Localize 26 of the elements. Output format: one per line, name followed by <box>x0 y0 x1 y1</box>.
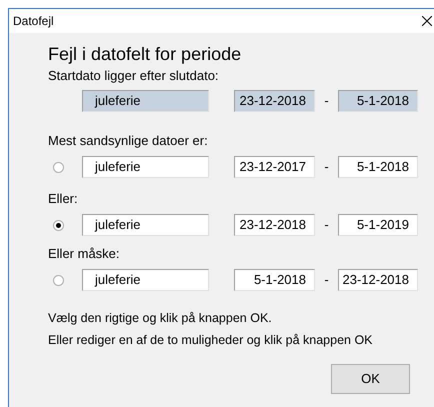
option-label: Mest sandsynlige datoer er: <box>48 132 209 150</box>
ok-button[interactable]: OK <box>331 364 410 394</box>
window-title: Datofejl <box>13 13 54 30</box>
text-field[interactable]: juleferie <box>82 214 209 236</box>
text-field[interactable]: 23-12-2017 <box>234 156 315 178</box>
dash-separator: - <box>323 216 330 234</box>
option-label: Eller: <box>48 190 79 208</box>
radio-button[interactable] <box>53 220 64 230</box>
radio-button[interactable] <box>53 274 64 286</box>
dash-separator: - <box>323 271 330 289</box>
dash-separator: - <box>323 158 330 176</box>
dash-separator: - <box>323 92 330 110</box>
text-field[interactable]: 23-12-2018 <box>234 214 315 236</box>
text-field[interactable]: 23-12-2018 <box>338 269 418 291</box>
instruction-text: Vælg den rigtige og klik på knappen OK. <box>48 310 273 327</box>
radio-button[interactable] <box>53 162 64 172</box>
text-field[interactable]: 5-1-2018 <box>234 269 315 291</box>
close-icon[interactable] <box>422 16 432 26</box>
dialog-heading: Fejl i datofelt for periode <box>48 43 242 65</box>
option-label: Eller måske: <box>48 245 121 263</box>
text-field[interactable]: 5-1-2019 <box>338 214 418 236</box>
text-field[interactable]: juleferie <box>82 269 209 291</box>
error-label: Startdato ligger efter slutdato: <box>48 67 220 85</box>
text-field[interactable]: juleferie <box>82 156 209 178</box>
text-field[interactable]: 5-1-2018 <box>338 156 418 178</box>
instruction-text: Eller rediger en af de to muligheder og klik på knappen OK <box>48 332 374 349</box>
